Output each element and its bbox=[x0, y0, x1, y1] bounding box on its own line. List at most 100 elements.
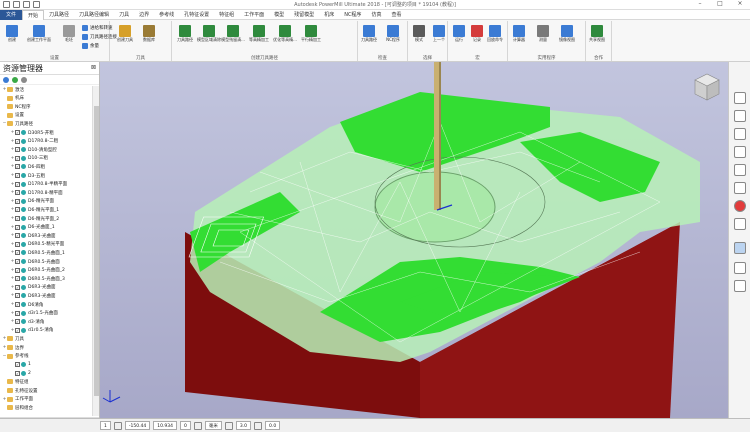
3d-viewport[interactable] bbox=[100, 62, 728, 418]
tree-item[interactable]: ✓ 1 bbox=[10, 361, 31, 368]
tab-3[interactable]: 刀具路径编辑 bbox=[74, 10, 114, 20]
ribbon-button-10[interactable]: 平行精加工 bbox=[301, 24, 321, 52]
explorer-settings-icon[interactable] bbox=[21, 76, 27, 83]
shaded-model-icon[interactable] bbox=[734, 200, 746, 212]
ribbon-button-3[interactable]: 创建刀具 bbox=[116, 24, 134, 52]
tree-item[interactable]: + ✓ D17R0.8-半精平面 bbox=[10, 181, 67, 188]
ribbon-button-12[interactable]: NC程序 bbox=[384, 24, 402, 52]
tree-item[interactable]: + 刀具 bbox=[2, 335, 24, 342]
visibility-checkbox[interactable]: ✓ bbox=[15, 224, 20, 230]
ribbon-button-18[interactable]: 计算器 bbox=[510, 24, 528, 52]
tree-item[interactable]: + ✓ D3-五粗 bbox=[10, 172, 45, 179]
visibility-checkbox[interactable]: ✓ bbox=[15, 164, 20, 170]
zoom-out-icon[interactable] bbox=[734, 164, 746, 176]
tab-4[interactable]: 刀具 bbox=[114, 10, 134, 20]
status-snap-icon[interactable] bbox=[224, 421, 233, 430]
pin-icon[interactable]: ⊠ bbox=[91, 64, 96, 71]
tree-item[interactable]: 层和组合 bbox=[2, 404, 33, 411]
tab-6[interactable]: 参考线 bbox=[154, 10, 179, 20]
ribbon-button-4[interactable]: 数据库 bbox=[140, 24, 158, 52]
visibility-checkbox[interactable]: ✓ bbox=[15, 138, 20, 144]
visibility-checkbox[interactable]: ✓ bbox=[15, 259, 20, 264]
explorer-toggle-icon[interactable] bbox=[3, 76, 9, 83]
visibility-checkbox[interactable]: ✓ bbox=[15, 181, 20, 187]
tree-item[interactable]: + ✓ d1r0.5-清角 bbox=[10, 327, 53, 334]
visibility-checkbox[interactable]: ✓ bbox=[15, 310, 20, 316]
pointer-icon[interactable] bbox=[734, 262, 746, 274]
tab-2[interactable]: 刀具路径 bbox=[44, 10, 74, 20]
ribbon-button-21[interactable]: 共享视图 bbox=[588, 24, 606, 52]
visibility-checkbox[interactable]: ✓ bbox=[15, 319, 20, 325]
explorer-refresh-icon[interactable] bbox=[12, 76, 18, 83]
tree-item[interactable]: + ✓ D17R0.8-精平面 bbox=[10, 189, 63, 196]
tab-7[interactable]: 孔特征设置 bbox=[179, 10, 214, 20]
tree-item[interactable]: + 激活 bbox=[2, 86, 24, 93]
tab-8[interactable]: 特征组 bbox=[214, 10, 239, 20]
tree-item[interactable]: + ✓ D30R5-开粗 bbox=[10, 129, 54, 136]
zoom-in-icon[interactable] bbox=[734, 146, 746, 158]
ribbon-button-2[interactable]: 毛坯 bbox=[60, 24, 78, 52]
visibility-checkbox[interactable]: ✓ bbox=[15, 241, 20, 247]
tab-10[interactable]: 模型 bbox=[269, 10, 289, 20]
ribbon-button-7[interactable]: 模型残留清... bbox=[221, 24, 245, 52]
tree-item[interactable]: + 边界 bbox=[2, 344, 24, 351]
visibility-checkbox[interactable]: ✓ bbox=[15, 130, 20, 135]
ribbon-small-button-2[interactable]: 余量 bbox=[82, 42, 99, 50]
visibility-checkbox[interactable]: ✓ bbox=[15, 362, 20, 368]
tree-item[interactable]: − 刀具路径 bbox=[2, 120, 33, 127]
tree-item[interactable]: NC程序 bbox=[2, 103, 31, 110]
tree-item[interactable]: + ✓ D6-四粗 bbox=[10, 163, 45, 170]
tree-item[interactable]: + ✓ D6R0.5-精光平面 bbox=[10, 241, 64, 248]
visibility-checkbox[interactable]: ✓ bbox=[15, 267, 20, 273]
ribbon-button-17[interactable]: 回放命令 bbox=[486, 24, 504, 52]
visibility-checkbox[interactable]: ✓ bbox=[15, 207, 20, 213]
zoom-box-icon[interactable] bbox=[734, 182, 746, 194]
tab-12[interactable]: 机床 bbox=[319, 10, 339, 20]
close-button[interactable]: × bbox=[730, 0, 750, 10]
visibility-checkbox[interactable]: ✓ bbox=[15, 155, 20, 161]
tree-item[interactable]: 设置 bbox=[2, 112, 24, 119]
ribbon-button-11[interactable]: 刀具路径 bbox=[360, 24, 378, 52]
tab-13[interactable]: NC程序 bbox=[339, 10, 366, 20]
tab-1[interactable]: 开始 bbox=[22, 9, 45, 20]
status-grid-icon[interactable] bbox=[193, 421, 202, 430]
visibility-checkbox[interactable]: ✓ bbox=[15, 147, 20, 153]
tree-item[interactable]: + ✓ d3r1.5-光曲面 bbox=[10, 310, 58, 317]
tab-0[interactable]: 文件 bbox=[0, 9, 23, 20]
tree-item[interactable]: + ✓ D6-精光平面_2 bbox=[10, 215, 59, 222]
visibility-checkbox[interactable]: ✓ bbox=[15, 370, 20, 376]
tree-item[interactable]: + ✓ D6R3-光曲面 bbox=[10, 292, 55, 299]
tab-9[interactable]: 工作平面 bbox=[239, 10, 269, 20]
tree-item[interactable]: 孔特征设置 bbox=[2, 387, 38, 394]
explorer-vertical-scrollbar[interactable] bbox=[92, 86, 99, 416]
view-top-icon[interactable] bbox=[734, 128, 746, 140]
tree-item[interactable]: + ✓ D6清角 bbox=[10, 301, 43, 308]
tree-item[interactable]: + ✓ D6R0.5-光曲面_3 bbox=[10, 275, 65, 282]
maximize-button[interactable]: □ bbox=[710, 0, 730, 10]
visibility-checkbox[interactable]: ✓ bbox=[15, 284, 20, 290]
ribbon-button-5[interactable]: 刀具路径 bbox=[176, 24, 194, 52]
visibility-checkbox[interactable]: ✓ bbox=[15, 250, 20, 256]
ribbon-small-button-1[interactable]: 刀具路径连接 bbox=[82, 33, 117, 41]
status-number-field[interactable]: 1 bbox=[100, 421, 111, 430]
model-view[interactable] bbox=[100, 62, 728, 418]
tree-item[interactable]: 特征组 bbox=[2, 378, 29, 385]
ribbon-button-19[interactable]: 测量 bbox=[534, 24, 552, 52]
measure-icon[interactable] bbox=[734, 280, 746, 292]
ribbon-button-9[interactable]: 优化等高精... bbox=[273, 24, 297, 52]
ribbon-button-6[interactable]: 模型区域清除 bbox=[197, 24, 221, 52]
scroll-thumb[interactable] bbox=[94, 106, 99, 396]
tree-item[interactable]: + ✓ d3-清角 bbox=[10, 318, 44, 325]
minimize-button[interactable]: – bbox=[690, 0, 710, 10]
view-iso-icon[interactable] bbox=[734, 92, 746, 104]
status-tolerance-icon[interactable] bbox=[254, 421, 263, 430]
visibility-checkbox[interactable]: ✓ bbox=[15, 190, 20, 196]
ribbon-button-1[interactable]: 创建工作平面 bbox=[27, 24, 51, 52]
tree-item[interactable]: 机床 bbox=[2, 95, 24, 102]
tree-item[interactable]: + ✓ D6-精光平面 bbox=[10, 198, 54, 205]
view-front-icon[interactable] bbox=[734, 110, 746, 122]
tree-item[interactable]: − 参考线 bbox=[2, 353, 29, 360]
tree-item[interactable]: + ✓ D17R0.8-二粗 bbox=[10, 138, 58, 145]
visibility-checkbox[interactable]: ✓ bbox=[15, 216, 20, 221]
ribbon-small-button-0[interactable]: 进给和转速 bbox=[82, 24, 113, 32]
